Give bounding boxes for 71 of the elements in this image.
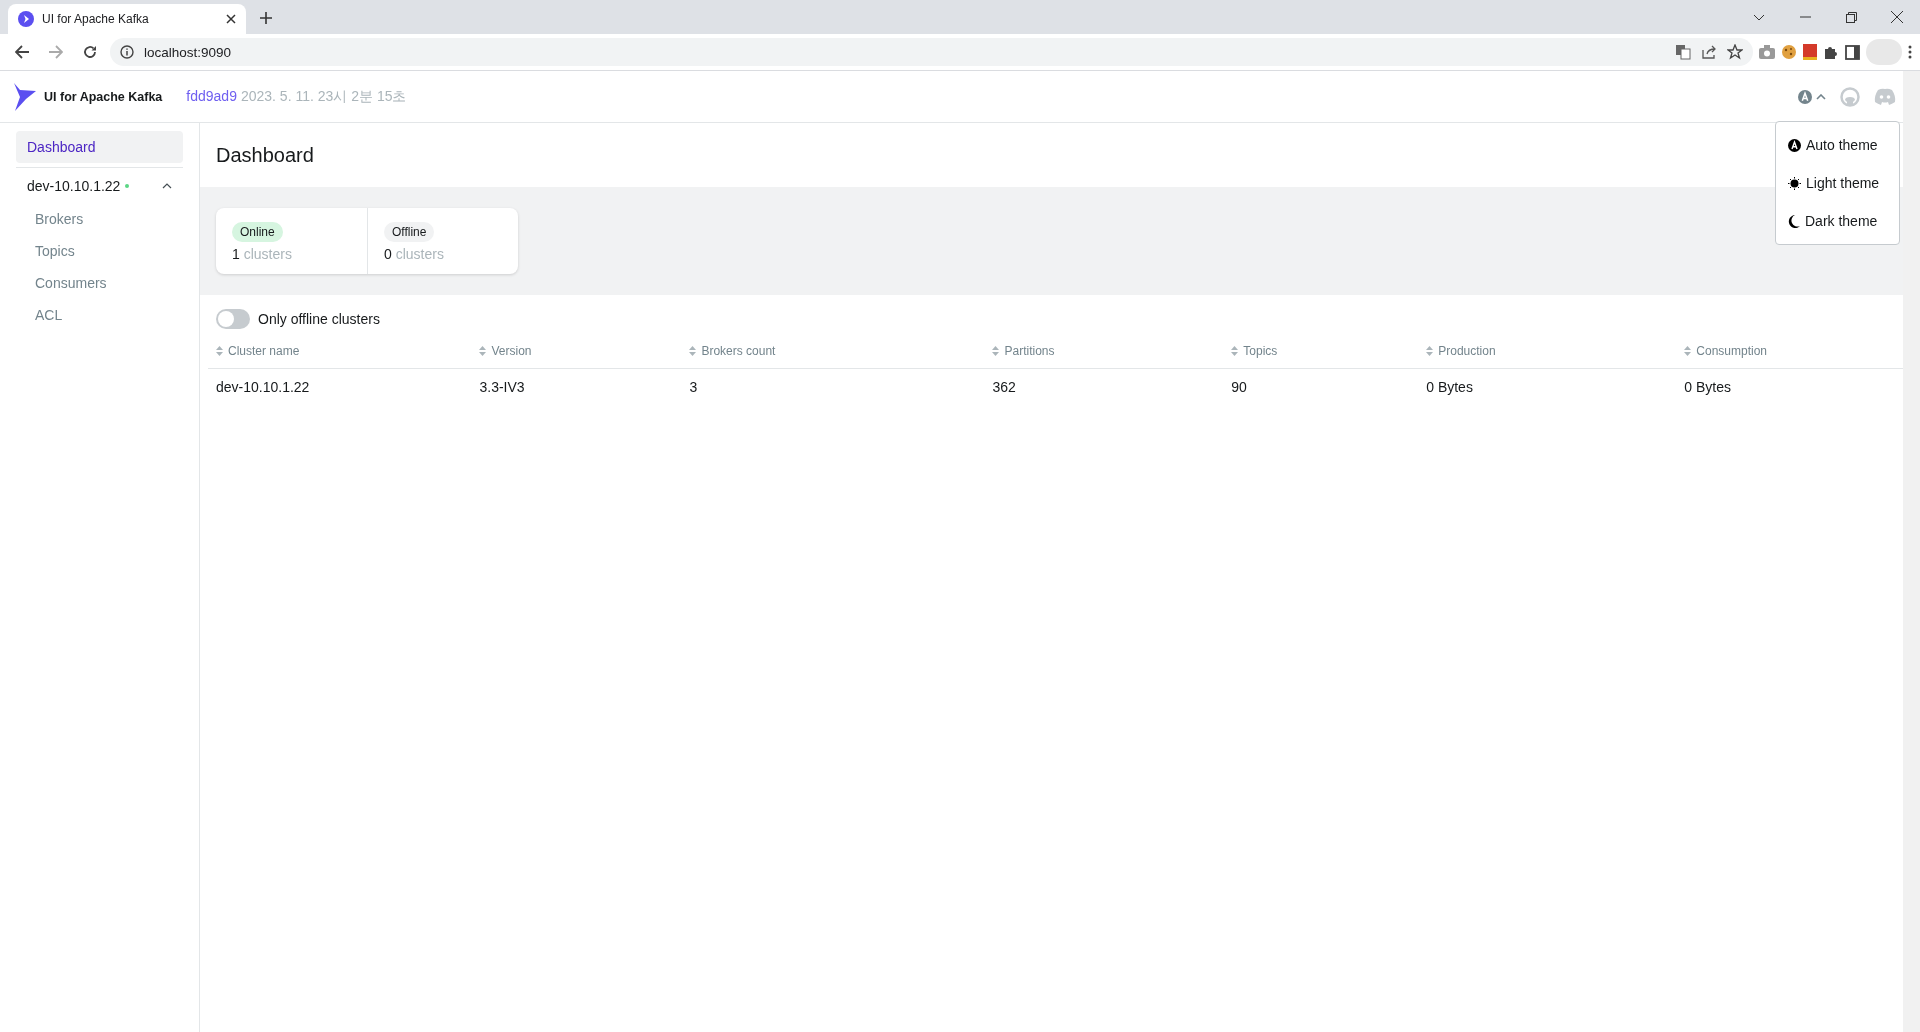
theme-menu-item[interactable]: Light theme <box>1776 164 1899 202</box>
plus-icon <box>260 12 272 24</box>
chevron-down-icon <box>1753 13 1765 21</box>
sort-icon[interactable] <box>216 346 223 356</box>
theme-menu-item[interactable]: Dark theme <box>1776 202 1899 240</box>
status-tag: Online <box>232 222 283 242</box>
theme-switch-button[interactable] <box>1798 89 1826 104</box>
status-tag: Offline <box>384 222 435 242</box>
column-header[interactable]: Production <box>1426 344 1496 358</box>
table-cell: 0 Bytes <box>1684 379 1732 395</box>
url-text: localhost:9090 <box>144 44 233 60</box>
column-header[interactable]: Consumption <box>1684 344 1768 358</box>
column-header[interactable]: Partitions <box>992 344 1055 358</box>
sort-icon[interactable] <box>479 346 487 356</box>
sort-icon[interactable] <box>689 346 697 356</box>
letter-a-circle-icon <box>1788 138 1801 152</box>
scrollbar[interactable] <box>1903 71 1920 1032</box>
sidebar-item[interactable]: Brokers <box>16 203 183 235</box>
cluster-menu-item[interactable]: dev-10.10.1.22 <box>16 167 183 203</box>
reload-icon <box>83 45 97 59</box>
sort-icon[interactable] <box>992 346 1000 356</box>
build-date: 2023. 5. 11. 23시 2분 15초 <box>240 87 407 106</box>
share-icon[interactable] <box>1701 44 1717 60</box>
table-cell: 3.3-IV3 <box>479 379 525 395</box>
cluster-count: 0 clusters <box>384 246 444 262</box>
theme-menu-item[interactable]: Auto theme <box>1776 126 1899 164</box>
side-panel-icon[interactable] <box>1845 44 1860 60</box>
sort-icon[interactable] <box>1684 346 1692 356</box>
arrow-right-icon <box>49 45 63 59</box>
table-cell: 90 <box>1231 379 1247 395</box>
sidebar-item[interactable]: Topics <box>16 235 183 267</box>
sort-icon[interactable] <box>1426 346 1434 356</box>
sort-icon[interactable] <box>1231 346 1239 356</box>
commit-link[interactable]: fdd9ad9 <box>186 87 237 106</box>
sun-icon <box>1788 176 1801 190</box>
translate-icon[interactable] <box>1675 44 1691 60</box>
close-icon[interactable] <box>226 14 236 24</box>
logo-icon[interactable] <box>12 82 36 111</box>
book-icon[interactable] <box>1803 44 1817 60</box>
table-cell: 362 <box>992 379 1016 395</box>
restore-icon <box>1845 11 1857 23</box>
column-header[interactable]: Version <box>479 344 532 358</box>
app-title[interactable]: UI for Apache Kafka <box>44 89 163 104</box>
arrow-left-icon <box>15 45 29 59</box>
close-icon <box>1891 11 1903 23</box>
table-cell: 3 <box>689 379 698 395</box>
page-title: Dashboard <box>216 143 314 167</box>
more-icon[interactable] <box>1908 45 1912 59</box>
camera-icon[interactable] <box>1759 45 1775 59</box>
cookie-icon[interactable] <box>1781 44 1797 60</box>
toggle-label: Only offline clusters <box>258 311 380 327</box>
sidebar-item[interactable]: ACL <box>16 299 183 331</box>
minimize-icon <box>1799 16 1811 18</box>
puzzle-icon[interactable] <box>1823 44 1839 60</box>
sidebar-item[interactable]: Dashboard <box>16 131 183 163</box>
info-icon[interactable] <box>120 45 134 59</box>
table-cell: dev-10.10.1.22 <box>216 379 310 395</box>
discord-icon[interactable] <box>1874 88 1896 105</box>
cluster-count: 1 clusters <box>232 246 292 262</box>
address-bar[interactable]: localhost:9090 <box>110 38 1753 66</box>
browser-tab[interactable]: UI for Apache Kafka <box>8 4 246 34</box>
column-header[interactable]: Topics <box>1231 344 1278 358</box>
table-cell: 0 Bytes <box>1426 379 1473 395</box>
column-header[interactable]: Brokers count <box>689 344 776 358</box>
play-logo-icon <box>18 11 34 27</box>
letter-a-circle-icon <box>1798 89 1812 104</box>
column-header[interactable]: Cluster name <box>216 344 300 358</box>
sidebar-item[interactable]: Consumers <box>16 267 183 299</box>
star-icon[interactable] <box>1727 44 1743 60</box>
moon-icon <box>1788 214 1800 228</box>
toggle-switch[interactable] <box>216 309 250 329</box>
